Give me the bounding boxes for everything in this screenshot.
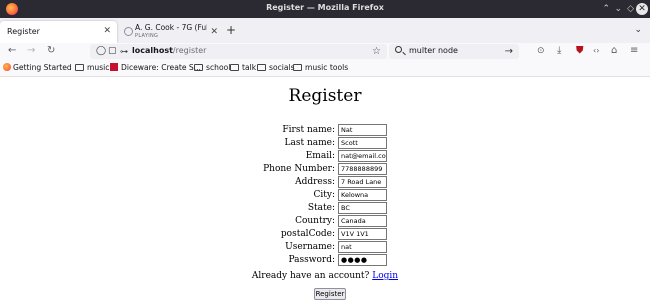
tab-playing-status: PLAYING [135, 33, 159, 39]
country-label: Country: [295, 216, 335, 226]
shield-icon[interactable]: ◯ [96, 45, 106, 58]
login-prompt: Already have an account? Login [0, 271, 650, 281]
email-label: Email: [305, 151, 335, 161]
forward-icon[interactable]: → [27, 44, 35, 58]
bookmark-diceware[interactable]: Diceware: Create S... [110, 63, 201, 72]
tab-favicon-icon [124, 27, 133, 36]
password-input[interactable]: ●●●● [338, 254, 387, 266]
back-icon[interactable]: ← [8, 44, 16, 58]
country-input[interactable]: Canada [338, 215, 387, 227]
bookmark-folder-talk[interactable]: talk [230, 63, 256, 72]
last-name-label: Last name: [284, 138, 336, 148]
username-label: Username: [285, 242, 335, 252]
username-input[interactable]: nat [338, 241, 387, 253]
bookmark-folder-school[interactable]: school [194, 63, 230, 72]
folder-icon [75, 64, 84, 71]
state-row: State: BC [250, 202, 450, 215]
state-input[interactable]: BC [338, 202, 387, 214]
firefox-icon [3, 63, 11, 71]
page-content: Register First name: Nat Last name: Scot… [0, 78, 650, 301]
search-icon [395, 46, 402, 53]
phone-row: Phone Number: 7788888899 [250, 163, 450, 176]
username-row: Username: nat [250, 241, 450, 254]
phone-input[interactable]: 7788888899 [338, 163, 387, 175]
window-title: Register — Mozilla Firefox [266, 3, 384, 12]
restore-icon[interactable]: ◇ [627, 3, 634, 15]
city-row: City: Kelowna [250, 189, 450, 202]
url-text: localhost/register [132, 46, 207, 55]
password-label: Password: [288, 255, 335, 265]
extensions-icon[interactable]: ⌂ [611, 44, 617, 58]
first-name-label: First name: [282, 125, 335, 135]
email-row: Email: nat@email.com [250, 150, 450, 163]
first-name-row: First name: Nat [250, 124, 450, 137]
close-tab-icon[interactable]: ✕ [210, 27, 218, 37]
tab-music[interactable]: A. G. Cook - 7G (Full Albu PLAYING ✕ [120, 21, 224, 43]
close-tab-icon[interactable]: ✕ [103, 26, 111, 36]
url-bar[interactable]: ◯ ▢ ⊶ localhost/register ☆ [90, 44, 387, 59]
bookmarks-toolbar: Getting Started music Diceware: Create S… [0, 60, 650, 77]
maximize-icon[interactable]: ⌄ [614, 3, 622, 15]
tab-label: A. G. Cook - 7G (Full Albu [135, 23, 207, 32]
menu-icon[interactable]: ≡ [630, 44, 638, 58]
page-title: Register [288, 86, 362, 106]
last-name-input[interactable]: Scott [338, 137, 387, 149]
permissions-icon[interactable]: ⊶ [120, 45, 128, 58]
last-name-row: Last name: Scott [250, 137, 450, 150]
search-input[interactable]: multer node [409, 46, 458, 55]
state-label: State: [307, 203, 335, 213]
city-input[interactable]: Kelowna [338, 189, 387, 201]
new-tab-icon[interactable]: + [226, 23, 236, 37]
reload-icon[interactable]: ↻ [47, 44, 55, 58]
bookmark-star-icon[interactable]: ☆ [372, 45, 381, 58]
page-info-icon[interactable]: ▢ [108, 45, 117, 58]
postal-code-row: postalCode: V1V 1V1 [250, 228, 450, 241]
folder-icon [194, 64, 203, 71]
tab-strip: Register ✕ A. G. Cook - 7G (Full Albu PL… [0, 18, 650, 43]
city-label: City: [313, 190, 336, 200]
tab-register[interactable]: Register ✕ [0, 21, 117, 43]
list-tabs-icon[interactable]: ⌄ [634, 25, 642, 35]
search-go-icon[interactable]: → [505, 45, 513, 58]
email-input[interactable]: nat@email.com [338, 150, 387, 162]
address-input[interactable]: 7 Road Lane [338, 176, 387, 188]
first-name-input[interactable]: Nat [338, 124, 387, 136]
folder-icon [230, 64, 239, 71]
downloads-icon[interactable]: ⤓ [557, 44, 561, 58]
login-prompt-text: Already have an account? [251, 271, 370, 281]
bookmark-folder-music-tools[interactable]: music tools [293, 63, 348, 72]
address-label: Address: [295, 177, 335, 187]
folder-icon [257, 64, 266, 71]
postal-code-label: postalCode: [280, 229, 335, 239]
search-bar[interactable]: multer node → [389, 44, 519, 59]
developer-tools-icon[interactable]: ‹› [593, 44, 599, 58]
close-window-icon[interactable]: ✕ [636, 3, 648, 15]
address-row: Address: 7 Road Lane [250, 176, 450, 189]
bookmark-folder-music[interactable]: music [75, 63, 109, 72]
postal-code-input[interactable]: V1V 1V1 [338, 228, 387, 240]
login-link[interactable]: Login [372, 271, 398, 281]
ublock-icon[interactable]: ⛊ [576, 44, 584, 58]
phone-label: Phone Number: [263, 164, 335, 174]
password-row: Password: ●●●● [250, 254, 450, 267]
tab-label: Register [7, 27, 40, 36]
country-row: Country: Canada [250, 215, 450, 228]
diceware-icon [110, 63, 118, 71]
title-bar: Register — Mozilla Firefox ⌃ ⌄ ◇ ✕ [0, 0, 650, 18]
bookmark-getting-started[interactable]: Getting Started [3, 63, 72, 72]
minimize-icon[interactable]: ⌃ [602, 3, 610, 15]
folder-icon [293, 64, 302, 71]
navigation-bar: ← → ↻ ◯ ▢ ⊶ localhost/register ☆ multer … [0, 43, 650, 60]
bookmark-folder-socials[interactable]: socials [257, 63, 295, 72]
pocket-icon[interactable]: ⊙ [537, 44, 545, 58]
register-button[interactable]: Register [314, 288, 346, 300]
